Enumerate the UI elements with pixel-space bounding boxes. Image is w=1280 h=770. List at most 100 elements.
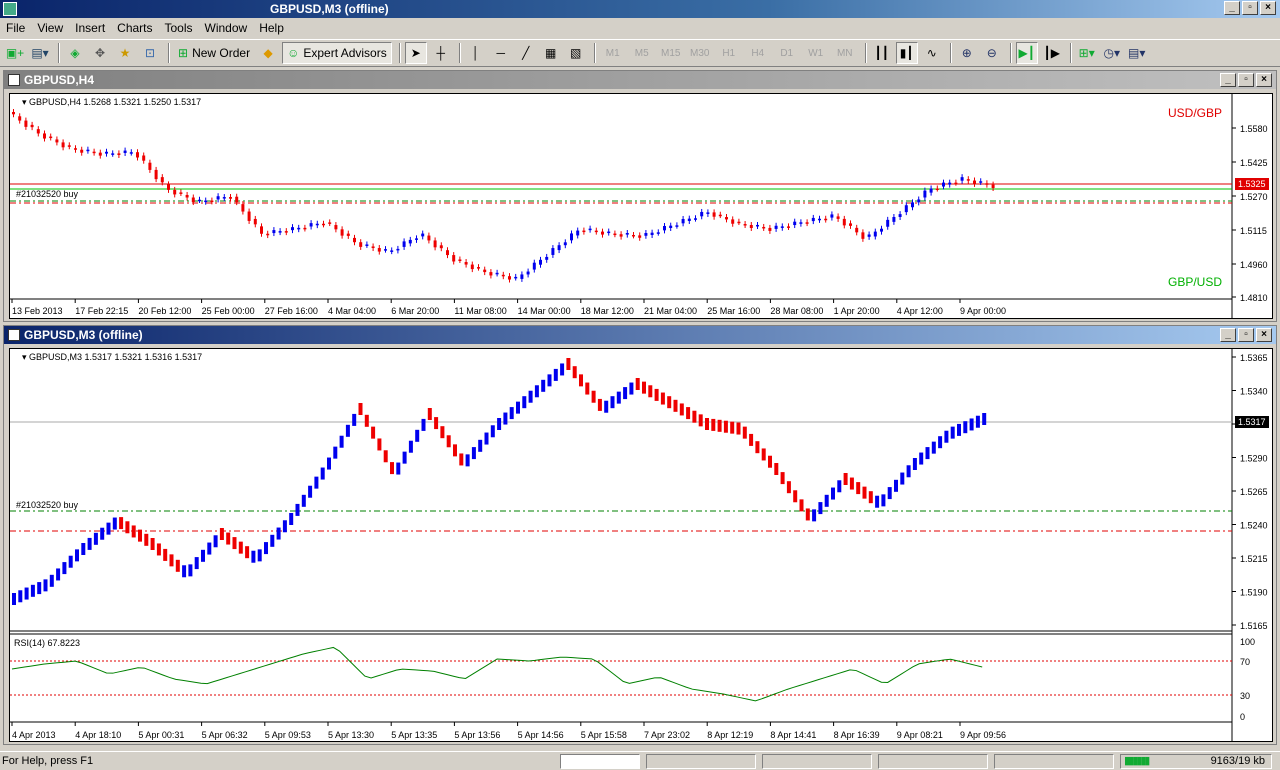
- new-order-button[interactable]: ⊞ New Order: [174, 42, 254, 64]
- zoom-in-button[interactable]: ⊕: [956, 42, 978, 64]
- candle-body: [30, 124, 34, 128]
- renko-brick: [207, 542, 212, 555]
- chart-window-icon: [8, 74, 20, 86]
- maximize-button[interactable]: ▫: [1238, 328, 1254, 342]
- renko-brick: [862, 486, 867, 499]
- timeframe-w1[interactable]: W1: [803, 42, 829, 64]
- timeframe-d1[interactable]: D1: [774, 42, 800, 64]
- renko-brick: [459, 453, 464, 466]
- menu-window[interactable]: Window: [199, 21, 254, 35]
- chart-window-h4-titlebar[interactable]: GBPUSD,H4 _ ▫ ×: [4, 71, 1276, 89]
- navigator-button[interactable]: ✥: [89, 42, 111, 64]
- candle-body: [532, 262, 536, 270]
- indicators-button[interactable]: ⊞▾: [1076, 42, 1098, 64]
- candle-body: [700, 211, 704, 217]
- menu-tools[interactable]: Tools: [159, 21, 199, 35]
- periods-button[interactable]: ◷▾: [1101, 42, 1123, 64]
- status-help-text: For Help, press F1: [2, 755, 94, 767]
- zoom-out-button[interactable]: ⊖: [981, 42, 1003, 64]
- timeframe-h4[interactable]: H4: [745, 42, 771, 64]
- bar-chart-button[interactable]: ┃┃: [871, 42, 893, 64]
- main-toolbar: ▣+ ▤▾ ◈ ✥ ★ ⊡ ⊞ New Order ◆ ☺ Expert Advis…: [0, 39, 1280, 67]
- templates-button[interactable]: ▤▾: [1126, 42, 1148, 64]
- horizontal-line-tool[interactable]: ─: [490, 42, 512, 64]
- renko-brick: [238, 541, 243, 554]
- renko-brick: [786, 481, 791, 494]
- renko-brick: [818, 502, 823, 515]
- menu-insert[interactable]: Insert: [69, 21, 111, 35]
- close-button[interactable]: ×: [1256, 328, 1272, 342]
- metaeditor-button[interactable]: ◆: [257, 42, 279, 64]
- minimize-button[interactable]: _: [1220, 73, 1236, 87]
- candle-body: [861, 232, 865, 239]
- candle-body: [619, 234, 623, 237]
- expert-advisors-button[interactable]: ☺ Expert Advisors: [282, 42, 392, 64]
- channel-tool[interactable]: ▦: [540, 42, 562, 64]
- renko-brick: [723, 420, 728, 433]
- close-button[interactable]: ×: [1260, 1, 1276, 15]
- fibo-tool[interactable]: ▧: [565, 42, 587, 64]
- navigator-icon: ✥: [94, 46, 106, 60]
- new-chart-button[interactable]: ▣+: [4, 42, 26, 64]
- minimize-button[interactable]: _: [1224, 1, 1240, 15]
- timeframe-m15[interactable]: M15: [658, 42, 684, 64]
- menu-file[interactable]: File: [0, 21, 31, 35]
- candle-body: [588, 228, 592, 231]
- candle-body: [427, 235, 431, 241]
- menu-charts[interactable]: Charts: [111, 21, 158, 35]
- chart-area-h4[interactable]: 1.5580 1.5425 1.5270 1.5115 1.4960 1.4810 13 F…: [9, 93, 1273, 319]
- candle-body: [204, 200, 208, 203]
- candle-chart-button[interactable]: ▮┃: [895, 42, 918, 64]
- renko-brick: [453, 444, 457, 457]
- chart-window-m3-titlebar[interactable]: GBPUSD,M3 (offline) _ ▫ ×: [4, 326, 1276, 344]
- candle-body: [508, 276, 511, 280]
- renko-brick: [566, 358, 571, 370]
- candle-body: [154, 169, 158, 180]
- renko-brick: [742, 426, 747, 439]
- renko-brick: [314, 476, 319, 489]
- candle-body: [247, 211, 251, 221]
- renko-brick: [799, 499, 804, 512]
- time-tick-label: 9 Apr 00:00: [960, 306, 1006, 316]
- candle-body: [768, 227, 772, 231]
- strategy-tester-button[interactable]: ⊡: [139, 42, 161, 64]
- candle-body: [334, 225, 338, 230]
- chart-area-m3[interactable]: 1.53651.53401.53151.52901.52651.52401.52…: [9, 348, 1273, 742]
- minimize-button[interactable]: _: [1220, 328, 1236, 342]
- timeframe-m1[interactable]: M1: [600, 42, 626, 64]
- rsi-line: [11, 646, 983, 702]
- candle-body: [706, 212, 710, 214]
- timeframe-h1[interactable]: H1: [716, 42, 742, 64]
- crosshair-tool[interactable]: ┼: [430, 42, 452, 64]
- restore-button[interactable]: ▫: [1242, 1, 1258, 15]
- renko-brick: [963, 421, 968, 434]
- timeframe-m30[interactable]: M30: [687, 42, 713, 64]
- terminal-button[interactable]: ★: [114, 42, 136, 64]
- cursor-tool[interactable]: ➤: [404, 42, 427, 64]
- market-watch-button[interactable]: ◈: [64, 42, 86, 64]
- timeframe-m5[interactable]: M5: [629, 42, 655, 64]
- profiles-button[interactable]: ▤▾: [29, 42, 51, 64]
- close-button[interactable]: ×: [1256, 73, 1272, 87]
- menu-view[interactable]: View: [31, 21, 69, 35]
- renko-brick: [736, 422, 741, 435]
- time-tick-label: 4 Apr 2013: [12, 730, 56, 740]
- app-titlebar[interactable]: GBPUSD,M3 (offline) _ ▫ ×: [0, 0, 1280, 18]
- trendline-tool[interactable]: ╱: [515, 42, 537, 64]
- chart-window-h4-title: GBPUSD,H4: [24, 73, 95, 87]
- maximize-button[interactable]: ▫: [1238, 73, 1254, 87]
- renko-brick: [194, 557, 199, 570]
- candle-body: [935, 188, 939, 190]
- candle-body: [365, 244, 369, 246]
- line-chart-button[interactable]: ∿: [921, 42, 943, 64]
- auto-scroll-button[interactable]: ▶┃: [1015, 42, 1038, 64]
- candle-body: [774, 225, 778, 229]
- renko-brick: [597, 398, 602, 411]
- time-tick-label: 8 Apr 12:19: [707, 730, 753, 740]
- chart-shift-button[interactable]: ┃▶: [1041, 42, 1063, 64]
- vertical-line-tool[interactable]: │: [465, 42, 487, 64]
- timeframe-mn[interactable]: MN: [832, 42, 858, 64]
- menu-help[interactable]: Help: [253, 21, 290, 35]
- zoom-out-icon: ⊖: [986, 46, 997, 60]
- candle-body: [985, 183, 989, 185]
